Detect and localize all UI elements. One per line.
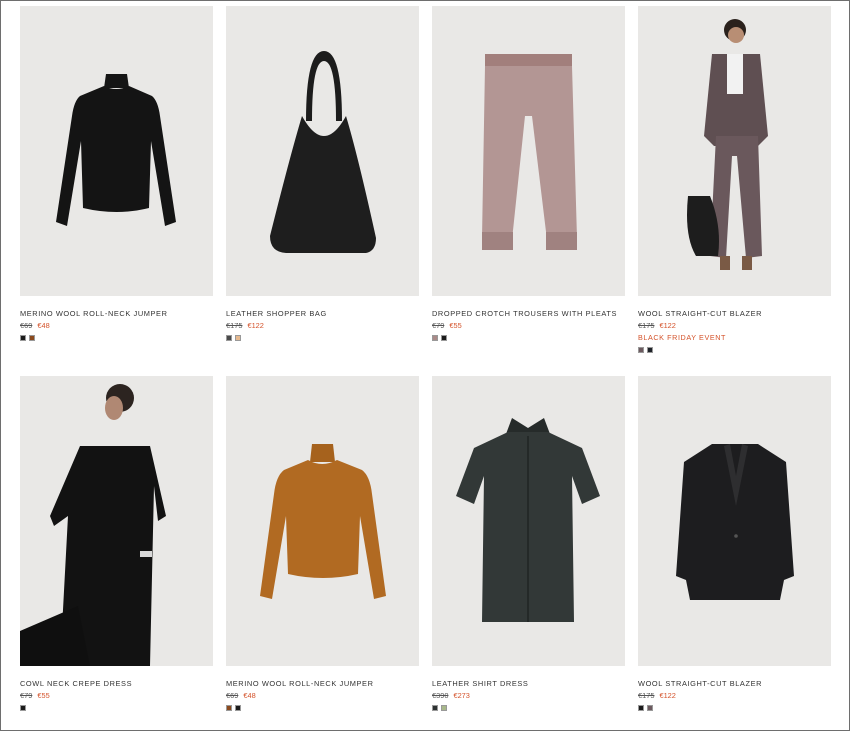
sale-price: €48 — [37, 321, 50, 330]
color-swatch[interactable] — [638, 347, 644, 353]
color-swatches — [638, 705, 831, 711]
color-swatch[interactable] — [432, 705, 438, 711]
color-swatch[interactable] — [226, 335, 232, 341]
old-price: €175 — [638, 691, 655, 700]
product-image[interactable] — [638, 6, 831, 296]
product-image[interactable] — [432, 6, 625, 296]
color-swatch[interactable] — [20, 335, 26, 341]
product-name[interactable]: LEATHER SHIRT DRESS — [432, 679, 625, 688]
old-price: €69 — [226, 691, 239, 700]
color-swatch[interactable] — [20, 705, 26, 711]
product-image[interactable] — [20, 376, 213, 666]
old-price: €79 — [20, 691, 33, 700]
product-prices: €69 €48 — [20, 321, 213, 330]
sale-price: €122 — [659, 321, 676, 330]
color-swatches — [226, 335, 419, 341]
product-prices: €79 €55 — [20, 691, 213, 700]
product-card[interactable]: MERINO WOOL ROLL-NECK JUMPER €69 €48 — [20, 6, 213, 341]
product-prices: €390 €273 — [432, 691, 625, 700]
old-price: €175 — [226, 321, 243, 330]
product-card[interactable]: COWL NECK CREPE DRESS €79 €55 — [20, 376, 213, 711]
product-prices: €175 €122 — [638, 691, 831, 700]
product-prices: €69 €48 — [226, 691, 419, 700]
sale-price: €55 — [449, 321, 462, 330]
color-swatch[interactable] — [638, 705, 644, 711]
product-name[interactable]: COWL NECK CREPE DRESS — [20, 679, 213, 688]
old-price: €175 — [638, 321, 655, 330]
product-card[interactable]: WOOL STRAIGHT-CUT BLAZER €175 €122 BLACK … — [638, 6, 831, 353]
color-swatches — [226, 705, 419, 711]
old-price: €390 — [432, 691, 449, 700]
sale-price: €273 — [453, 691, 470, 700]
color-swatch[interactable] — [29, 335, 35, 341]
product-image[interactable] — [432, 376, 625, 666]
promo-badge: BLACK FRIDAY EVENT — [638, 333, 727, 342]
product-image[interactable] — [226, 376, 419, 666]
color-swatch[interactable] — [235, 335, 241, 341]
color-swatch[interactable] — [235, 705, 241, 711]
product-card[interactable]: LEATHER SHOPPER BAG €175 €122 — [226, 6, 419, 341]
product-name[interactable]: LEATHER SHOPPER BAG — [226, 309, 419, 318]
product-card[interactable]: WOOL STRAIGHT-CUT BLAZER €175 €122 — [638, 376, 831, 711]
product-name[interactable]: DROPPED CROTCH TROUSERS WITH PLEATS — [432, 309, 625, 318]
product-prices: €175 €122 — [638, 321, 831, 330]
product-card[interactable]: DROPPED CROTCH TROUSERS WITH PLEATS €79 €… — [432, 6, 625, 341]
color-swatch[interactable] — [647, 705, 653, 711]
sale-price: €122 — [659, 691, 676, 700]
color-swatches — [432, 335, 625, 341]
old-price: €69 — [20, 321, 33, 330]
product-image[interactable] — [638, 376, 831, 666]
product-card[interactable]: LEATHER SHIRT DRESS €390 €273 — [432, 376, 625, 711]
product-name[interactable]: WOOL STRAIGHT-CUT BLAZER — [638, 679, 831, 688]
color-swatch[interactable] — [441, 705, 447, 711]
color-swatches — [20, 335, 213, 341]
sale-price: €122 — [247, 321, 264, 330]
color-swatch[interactable] — [647, 347, 653, 353]
product-name[interactable]: MERINO WOOL ROLL-NECK JUMPER — [20, 309, 213, 318]
color-swatches — [432, 705, 625, 711]
product-prices: €79 €55 — [432, 321, 625, 330]
product-grid: MERINO WOOL ROLL-NECK JUMPER €69 €48 LEAT… — [0, 0, 850, 731]
sale-price: €55 — [37, 691, 50, 700]
color-swatch[interactable] — [226, 705, 232, 711]
product-prices: €175 €122 — [226, 321, 419, 330]
product-image[interactable] — [20, 6, 213, 296]
sale-price: €48 — [243, 691, 256, 700]
color-swatch[interactable] — [432, 335, 438, 341]
product-name[interactable]: WOOL STRAIGHT-CUT BLAZER — [638, 309, 831, 318]
product-image[interactable] — [226, 6, 419, 296]
product-card[interactable]: MERINO WOOL ROLL-NECK JUMPER €69 €48 — [226, 376, 419, 711]
color-swatches — [20, 705, 213, 711]
product-name[interactable]: MERINO WOOL ROLL-NECK JUMPER — [226, 679, 419, 688]
color-swatch[interactable] — [441, 335, 447, 341]
old-price: €79 — [432, 321, 445, 330]
color-swatches — [638, 347, 831, 353]
